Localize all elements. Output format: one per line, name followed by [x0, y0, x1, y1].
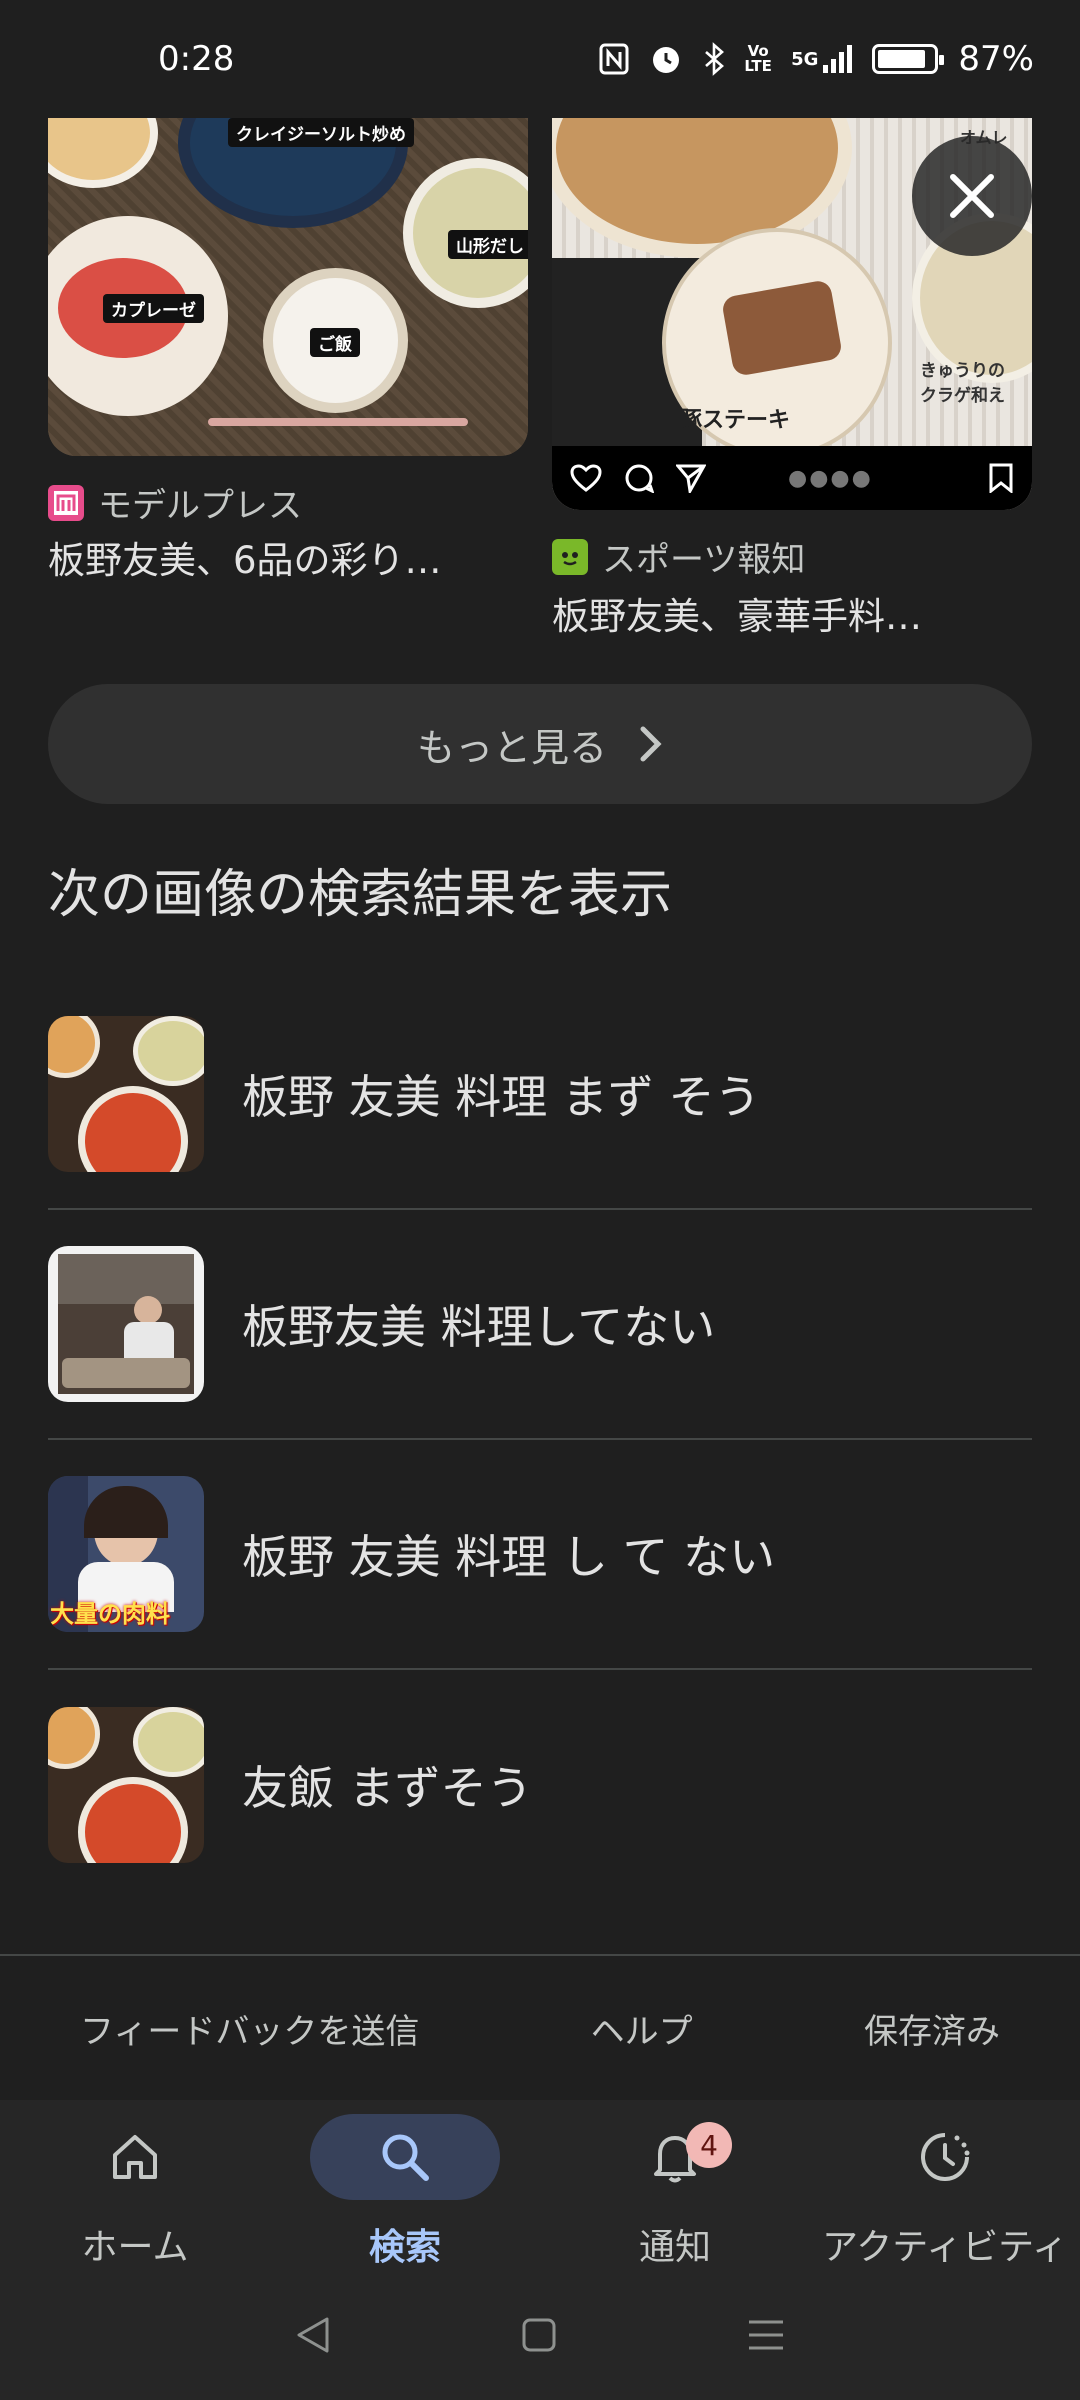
food-label: クレイジーソルト炒め: [228, 118, 414, 147]
food-label: 豚ステーキ: [680, 408, 791, 433]
close-icon: [950, 174, 994, 218]
more-results-button[interactable]: もっと見る: [48, 684, 1032, 804]
status-bar: 0:28 Vo LTE 5G 87%: [0, 0, 1080, 118]
home-icon: [113, 2135, 157, 2179]
nav-search[interactable]: 検索: [270, 2100, 540, 2270]
help-link[interactable]: ヘルプ: [591, 2004, 693, 2053]
result-source[interactable]: モデルプレス: [48, 478, 302, 527]
related-search-item[interactable]: 友飯 まずそう: [48, 1670, 1032, 1900]
status-icons: Vo LTE 5G 87%: [599, 39, 1034, 79]
network-type-label: 5G: [791, 48, 819, 70]
nav-search-label: 検索: [368, 2227, 441, 2268]
related-search-label: 友飯 まずそう: [242, 1761, 533, 1815]
result-title[interactable]: 板野友美、6品の彩り…: [48, 530, 528, 584]
app-screen: 0:28 Vo LTE 5G 87% クレイジーソルト炒め カプレーゼ 山形だし…: [0, 0, 1080, 2400]
related-search-item[interactable]: 板野 友美 料理 まず そう: [48, 980, 1032, 1210]
status-time: 0:28: [158, 39, 235, 79]
source-name: モデルプレス: [98, 486, 302, 526]
nav-home-label: ホーム: [81, 2227, 189, 2268]
nav-notifications[interactable]: 4 通知: [540, 2100, 810, 2270]
food-label: 山形だし: [448, 230, 528, 259]
related-search-thumbnail: 大量の肉料: [48, 1476, 204, 1632]
battery-level-fill: [878, 50, 926, 68]
share-icon: [676, 464, 706, 493]
bluetooth-icon: [703, 42, 725, 76]
carousel-dots: ●●●●: [788, 465, 873, 491]
related-search-label: 板野 友美 料理 まず そう: [242, 1070, 761, 1124]
nav-home[interactable]: ホーム: [0, 2100, 270, 2270]
modelpress-favicon-icon: [48, 484, 84, 521]
food-label: きゅうりの クラゲ和え: [920, 361, 1005, 406]
signal-5g-icon: 5G: [791, 45, 853, 73]
related-search-label: 板野友美 料理してない: [242, 1300, 716, 1354]
result-source[interactable]: スポーツ報知: [552, 532, 805, 581]
nfc-icon: [599, 43, 629, 75]
related-search-thumbnail: [48, 1246, 204, 1402]
system-navigation-bar: [0, 2270, 1080, 2400]
food-label: ご飯: [310, 328, 360, 357]
alarm-icon: [649, 42, 683, 76]
nav-activity-label: アクティビティ: [822, 2227, 1068, 2268]
hochi-favicon-icon: [552, 538, 588, 575]
bookmark-icon: [989, 463, 1013, 493]
nav-notifications-label: 通知: [638, 2227, 711, 2268]
activity-icon: [921, 2133, 970, 2181]
result-title[interactable]: 板野友美、豪華手料…: [552, 586, 992, 640]
nav-activity-icon-container: [850, 2114, 1040, 2200]
home-square-icon[interactable]: [521, 2317, 557, 2353]
back-triangle-icon[interactable]: [295, 2315, 331, 2355]
related-search-label: 板野 友美 料理 し て ない: [242, 1530, 776, 1584]
search-icon: [382, 2134, 429, 2181]
nav-search-icon-container: [310, 2114, 500, 2200]
battery-percent: 87%: [958, 39, 1034, 79]
chopsticks-image: [208, 418, 468, 426]
food-label: カプレーゼ: [103, 294, 204, 323]
result-card-image[interactable]: クレイジーソルト炒め カプレーゼ 山形だし ご飯: [48, 118, 528, 456]
comment-icon: [625, 464, 654, 493]
close-button[interactable]: [912, 136, 1032, 256]
related-search-item[interactable]: 板野友美 料理してない: [48, 1210, 1032, 1440]
bottom-navigation: ホーム 検索 4 通知 アクティビティ: [0, 2100, 1080, 2270]
thumbnail-caption: 大量の肉料: [50, 1600, 170, 1628]
recents-menu-icon[interactable]: [747, 2318, 785, 2352]
footer-links: フィードバックを送信 ヘルプ 保存済み: [0, 1956, 1080, 2100]
battery-icon: [872, 44, 945, 74]
saved-link[interactable]: 保存済み: [864, 2004, 1000, 2053]
volte-icon: Vo LTE: [744, 42, 772, 75]
more-results-label: もっと見る: [416, 725, 607, 770]
heart-icon: [570, 464, 602, 492]
chevron-right-icon: [640, 726, 662, 762]
related-search-thumbnail: [48, 1707, 204, 1863]
nav-home-icon-container: [40, 2114, 230, 2200]
related-searches-heading: 次の画像の検索結果を表示: [48, 865, 673, 925]
source-name: スポーツ報知: [602, 540, 806, 580]
nav-notifications-icon-container: 4: [580, 2114, 770, 2200]
send-feedback-link[interactable]: フィードバックを送信: [80, 2004, 419, 2053]
related-search-item[interactable]: 大量の肉料 板野 友美 料理 し て ない: [48, 1440, 1032, 1670]
nav-activity[interactable]: アクティビティ: [810, 2100, 1080, 2270]
instagram-action-bar: ●●●●: [552, 446, 1032, 510]
notification-badge: 4: [686, 2122, 732, 2168]
related-search-thumbnail: [48, 1016, 204, 1172]
